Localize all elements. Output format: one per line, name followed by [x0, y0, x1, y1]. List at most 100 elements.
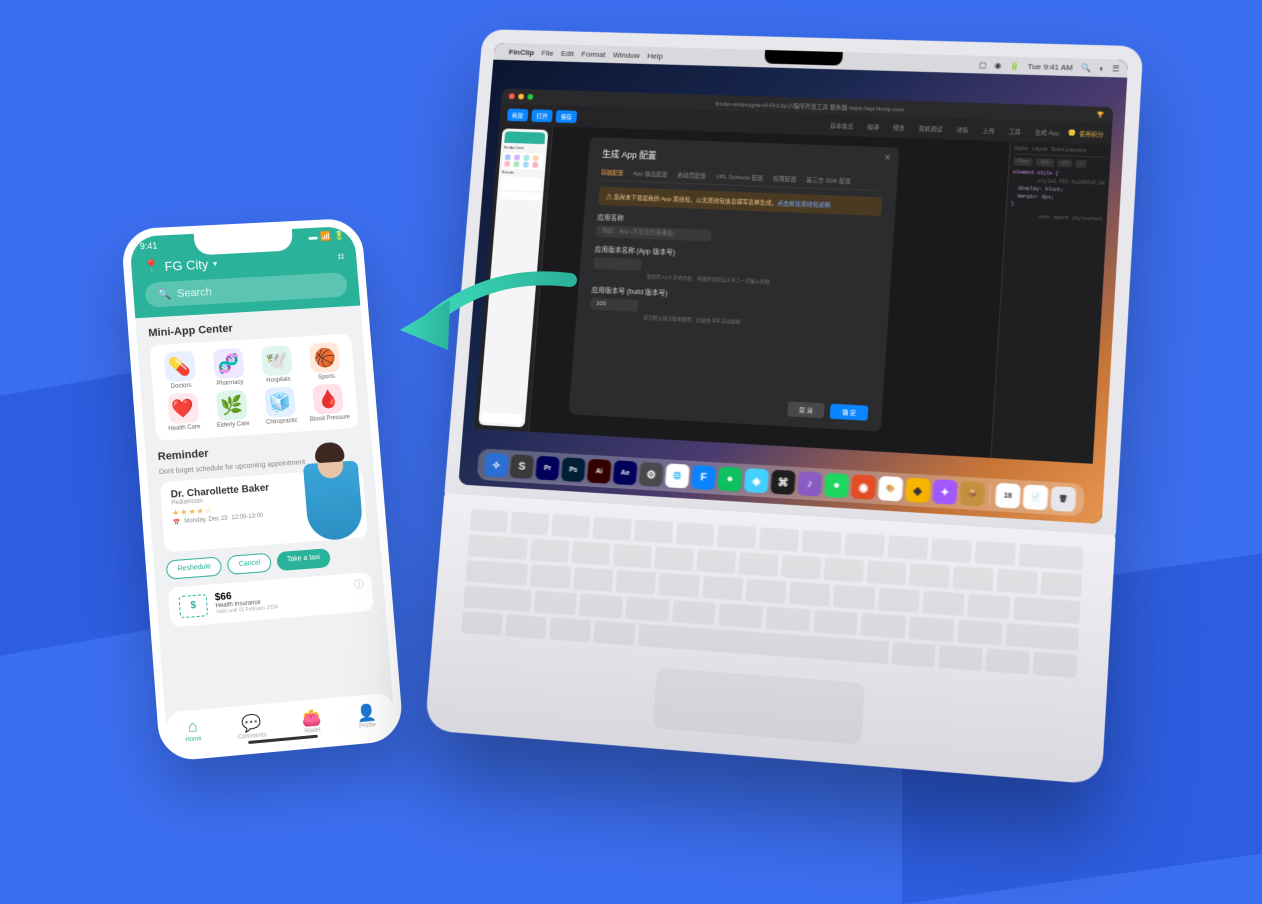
devtools-cls[interactable]: .cls — [1056, 159, 1072, 168]
dock-app[interactable]: Pr — [535, 456, 560, 481]
dock-app[interactable]: Ai — [587, 459, 612, 484]
siri-icon[interactable]: ◐ — [1099, 63, 1104, 72]
credit-button[interactable]: 🪙 使用积分 — [1068, 128, 1104, 138]
dock-app[interactable]: ♪ — [797, 471, 822, 496]
info-icon[interactable]: i — [354, 579, 365, 590]
reminder-section: Reminder Dont forget schedule for upcomi… — [157, 438, 373, 628]
toolbar-action[interactable]: 工具 — [1003, 124, 1026, 138]
nav-home[interactable]: ⌂ Home — [184, 718, 202, 746]
app-version-input[interactable] — [593, 257, 642, 271]
dock-app[interactable]: ● — [717, 466, 742, 491]
modal-tab[interactable]: 权限配置 — [773, 174, 797, 184]
dock-app[interactable]: S — [510, 454, 535, 479]
modal-tab[interactable]: App 信息配置 — [633, 168, 668, 178]
menu-format[interactable]: Format — [581, 49, 606, 58]
dock-app[interactable]: F — [691, 465, 716, 490]
devtools-filter[interactable]: Filter — [1013, 158, 1033, 167]
traffic-light-close[interactable] — [509, 93, 515, 99]
nav-comments[interactable]: 💬 Comments — [236, 712, 267, 741]
spotlight-icon[interactable]: 🔍 — [1081, 63, 1092, 72]
toolbar-action[interactable]: 预览 — [888, 120, 911, 133]
search-input[interactable]: 🔍 Search — [145, 272, 348, 308]
modal-tab[interactable]: URL Scheme 配置 — [715, 172, 763, 182]
menu-help[interactable]: Help — [647, 51, 663, 60]
insurance-card[interactable]: $ $66 Health Insurance Valid until 01 Fe… — [168, 572, 374, 627]
toolbar-action[interactable]: 基本信息 — [825, 118, 859, 132]
traffic-light-zoom[interactable] — [527, 94, 533, 100]
trophy-icon[interactable]: 🏆 — [1097, 111, 1105, 118]
warning-link[interactable]: 点击前往离线包说明 — [777, 201, 830, 209]
menu-edit[interactable]: Edit — [561, 49, 575, 58]
control-center-icon[interactable]: ☰ — [1112, 64, 1120, 73]
traffic-light-minimize[interactable] — [518, 94, 524, 100]
dock-app[interactable]: ⌘ — [770, 470, 795, 495]
app-name-input[interactable] — [596, 225, 712, 241]
mini-app-item[interactable]: 💊Doctors — [154, 350, 206, 391]
devtools-add[interactable]: + — [1075, 160, 1087, 168]
doctor-card[interactable]: Dr. Charollette Baker Pediatrician ★★★★☆… — [160, 468, 368, 552]
dock-app[interactable]: 18 — [995, 483, 1021, 509]
chevron-down-icon[interactable]: ▾ — [213, 259, 218, 268]
status-icons: ▬📶🔋 — [305, 230, 345, 243]
dock-app[interactable]: ✦ — [932, 479, 958, 505]
dock-app[interactable]: 🎨 — [878, 476, 904, 502]
toolbar-action[interactable]: 真机调试 — [913, 121, 948, 135]
devtools-tab[interactable]: Layout — [1032, 146, 1048, 152]
touchpad[interactable] — [652, 667, 865, 744]
modal-tab[interactable]: 启动页配置 — [677, 170, 706, 180]
dock-app[interactable]: ◈ — [744, 468, 769, 493]
toolbar-action[interactable]: 详情 — [951, 122, 974, 136]
take-taxi-button[interactable]: Take a taxi — [277, 548, 331, 571]
devtools-tab[interactable]: Event Listeners — [1051, 147, 1086, 154]
nav-wallet[interactable]: 👛 Wallet — [301, 707, 323, 735]
dock-app[interactable]: ✧ — [484, 453, 509, 478]
mini-app-item[interactable]: 🧬Pharmacy — [203, 347, 255, 388]
toolbar-tab[interactable]: 打开 — [531, 109, 553, 122]
dock-app[interactable]: 📦 — [959, 481, 985, 507]
menubar-time[interactable]: Tue 9:41 AM — [1027, 62, 1073, 72]
location-label[interactable]: FG City — [164, 256, 209, 273]
menubar-app-name[interactable]: FinClip — [509, 47, 535, 56]
dock-app[interactable]: Ps — [561, 457, 586, 482]
toolbar-action[interactable]: 生成 App — [1029, 125, 1064, 139]
devtools-hov[interactable]: :hov — [1036, 158, 1054, 167]
mini-app-item[interactable]: 🧊Chiropractic — [255, 386, 306, 427]
cancel-button[interactable]: Cancel — [227, 553, 272, 575]
laptop-body — [425, 493, 1116, 784]
toolbar-action[interactable]: 编译 — [862, 119, 885, 132]
devtools-tab[interactable]: Styles — [1014, 146, 1028, 152]
battery-icon[interactable]: 🔋 — [1009, 61, 1020, 70]
modal-confirm-button[interactable]: 确 定 — [830, 404, 868, 421]
build-version-input[interactable] — [590, 298, 639, 312]
dock-app[interactable]: 📄 — [1023, 484, 1049, 510]
nav-profile[interactable]: 👤 Profile — [356, 702, 378, 730]
menu-window[interactable]: Window — [613, 50, 641, 59]
category-icon: 🌿 — [216, 389, 248, 421]
dock-app[interactable]: ◉ — [851, 474, 877, 500]
dock-app[interactable]: ◆ — [905, 477, 931, 503]
modal-tab[interactable]: 基础配置 — [600, 167, 623, 177]
modal-close-button[interactable]: ✕ — [884, 153, 891, 162]
dock-app[interactable]: 🌐 — [665, 463, 690, 488]
mini-app-item[interactable]: 🏀Sports — [300, 342, 351, 382]
mini-app-item[interactable]: 🌿Elderly Care — [206, 389, 258, 430]
calendar-icon: 📅 — [173, 519, 181, 527]
airplay-icon[interactable]: ▢ — [979, 60, 987, 69]
wifi-icon[interactable]: ◉ — [994, 61, 1002, 70]
menu-file[interactable]: File — [541, 48, 554, 57]
dock-app[interactable]: Ae — [613, 460, 638, 485]
dock-app[interactable]: 🗑 — [1050, 486, 1076, 512]
mini-app-item[interactable]: ❤️Health Care — [157, 392, 209, 433]
mini-app-item[interactable]: 🩸Blood Pressure — [303, 383, 354, 423]
doctor-avatar — [303, 460, 364, 541]
modal-tab[interactable]: 第三方 SDK 配置 — [806, 175, 851, 185]
toolbar-tab[interactable]: 保存 — [556, 110, 578, 123]
scan-icon[interactable]: ⌗ — [337, 249, 345, 265]
modal-cancel-button[interactable]: 取 消 — [787, 401, 825, 418]
reschedule-button[interactable]: Reshedule — [166, 556, 223, 579]
dock-app[interactable]: ● — [824, 473, 850, 499]
dock-app[interactable]: ⚙ — [639, 462, 664, 487]
toolbar-tab[interactable]: 新建 — [507, 108, 529, 121]
toolbar-action[interactable]: 上传 — [977, 123, 1000, 137]
mini-app-item[interactable]: 🕊️Hospitals — [252, 344, 303, 384]
